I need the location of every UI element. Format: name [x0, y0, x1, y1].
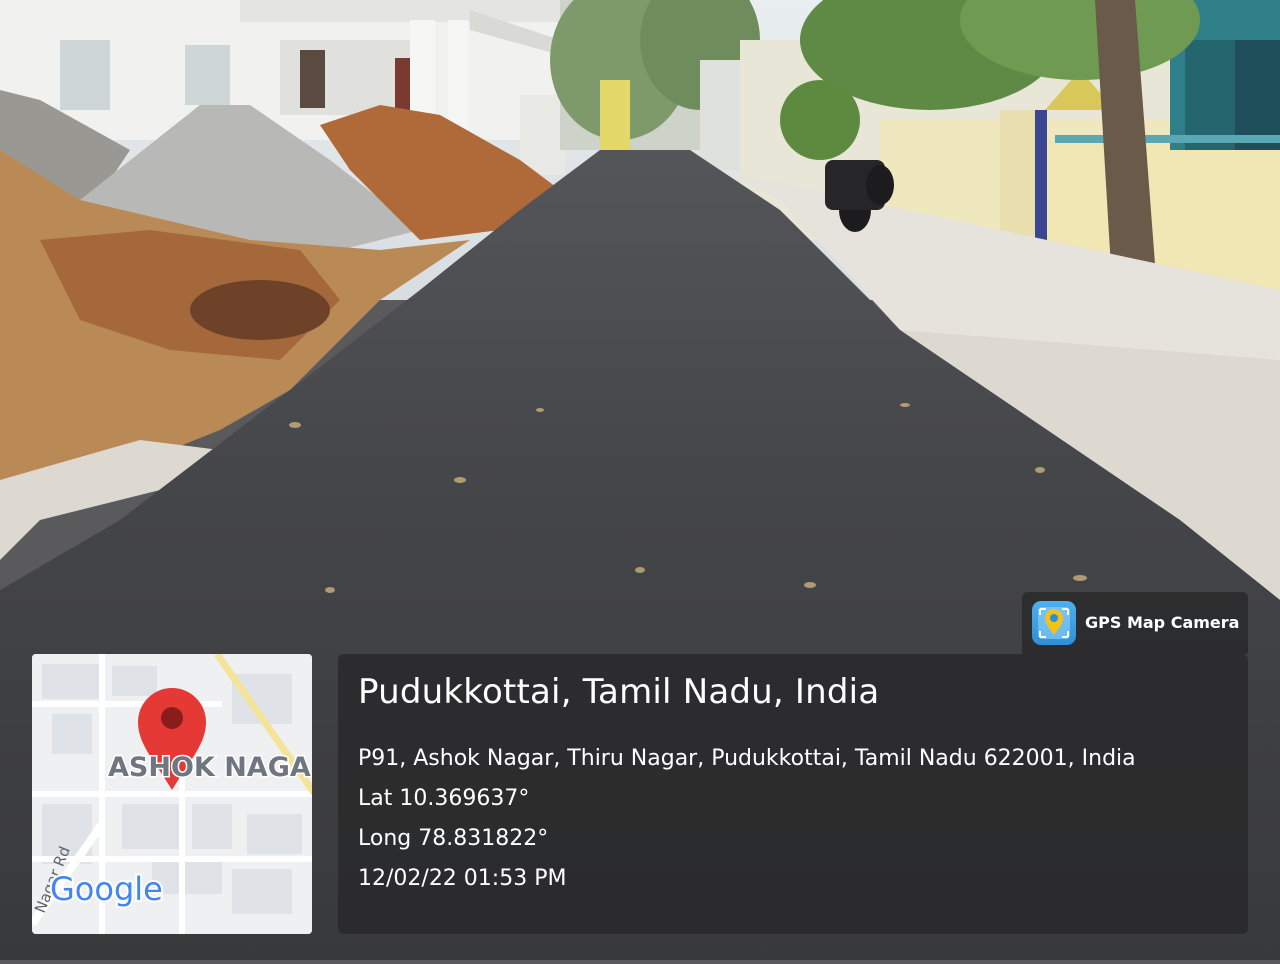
google-logo: Google	[50, 870, 163, 908]
gps-map-camera-badge[interactable]: GPS Map Camera	[1022, 592, 1248, 654]
longitude-readout: Long 78.831822°	[358, 826, 549, 851]
latitude-readout: Lat 10.369637°	[358, 786, 530, 811]
location-info-panel: Pudukkottai, Tamil Nadu, India P91, Asho…	[338, 654, 1248, 934]
location-address: P91, Ashok Nagar, Thiru Nagar, Pudukkott…	[358, 746, 1136, 771]
map-thumbnail[interactable]: ASHOK NAGA Nagar Rd Google	[32, 654, 312, 934]
map-area-label: ASHOK NAGA	[108, 752, 311, 783]
location-title: Pudukkottai, Tamil Nadu, India	[358, 672, 880, 712]
gps-map-camera-app-icon	[1032, 601, 1076, 645]
map-graphic: ASHOK NAGA Nagar Rd Google	[32, 654, 312, 934]
gps-map-camera-label: GPS Map Camera	[1085, 613, 1240, 632]
capture-datetime: 12/02/22 01:53 PM	[358, 866, 567, 891]
